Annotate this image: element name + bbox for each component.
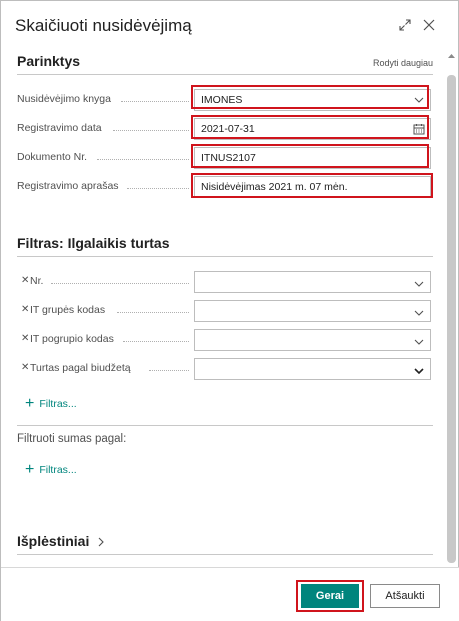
dialog-footer: Gerai Atšaukti <box>1 567 459 621</box>
label-leader <box>97 159 189 160</box>
filter-group-code-select[interactable] <box>194 300 431 322</box>
options-section-title: Parinktys <box>17 53 81 69</box>
label-leader <box>113 130 189 131</box>
chevron-down-icon <box>414 310 424 316</box>
field-depreciation-book: Nusidėvėjimo knyga IMONES <box>17 89 433 111</box>
close-x-icon[interactable]: ✕ <box>21 304 29 315</box>
depreciation-book-select[interactable]: IMONES <box>194 89 431 111</box>
calendar-icon[interactable] <box>413 123 425 135</box>
add-filter-label: Filtras... <box>39 398 77 410</box>
filter-row-budgeted-asset: ✕ Turtas pagal biudžetą <box>17 358 433 380</box>
filter-row-group-code: ✕ IT grupės kodas <box>17 300 433 322</box>
filter-totals-title: Filtruoti sumas pagal: <box>17 433 127 445</box>
field-label: Registravimo aprašas <box>17 180 119 192</box>
filter-row-subgroup-code: ✕ IT pogrupio kodas <box>17 329 433 351</box>
add-filter-button[interactable]: + Filtras... <box>25 395 77 413</box>
filter-label: Nr. <box>30 275 44 287</box>
label-leader <box>117 312 189 313</box>
ok-button[interactable]: Gerai <box>301 584 359 608</box>
options-section-header: Parinktys Rodyti daugiau <box>17 53 433 75</box>
filter-row-no: ✕ Nr. <box>17 271 433 293</box>
chevron-down-icon <box>414 281 424 287</box>
label-leader <box>127 188 189 189</box>
extensions-section-header[interactable]: Išplėstiniai <box>17 533 433 555</box>
filter-no-select[interactable] <box>194 271 431 293</box>
dialog-content: Parinktys Rodyti daugiau Nusidėvėjimo kn… <box>3 47 445 567</box>
field-value: 2021-07-31 <box>201 123 255 135</box>
add-filter-label: Filtras... <box>39 464 77 476</box>
section-divider <box>17 425 433 426</box>
field-value: IMONES <box>201 94 243 106</box>
label-leader <box>123 341 189 342</box>
plus-icon: + <box>25 395 35 412</box>
field-value: ITNUS2107 <box>201 152 256 164</box>
filter-section-header: Filtras: Ilgalaikis turtas <box>17 235 433 257</box>
label-leader <box>121 101 189 102</box>
cancel-button[interactable]: Atšaukti <box>370 584 440 608</box>
scroll-up-icon[interactable] <box>447 51 456 61</box>
field-document-no: Dokumento Nr. ITNUS2107 <box>17 147 433 169</box>
chevron-down-icon <box>414 97 424 103</box>
field-label: Nusidėvėjimo knyga <box>17 93 111 105</box>
show-more-link[interactable]: Rodyti daugiau <box>373 58 433 68</box>
filter-label: IT pogrupio kodas <box>30 333 114 345</box>
close-x-icon[interactable]: ✕ <box>21 275 29 286</box>
field-posting-description: Registravimo aprašas Nisidėvėjimas 2021 … <box>17 176 433 198</box>
dialog: Skaičiuoti nusidėvėjimą Parinktys Rodyti… <box>0 0 459 621</box>
label-leader <box>51 283 189 284</box>
field-value: Nisidėvėjimas 2021 m. 07 mėn. <box>201 181 348 193</box>
posting-date-input[interactable]: 2021-07-31 <box>194 118 431 140</box>
field-label: Registravimo data <box>17 122 102 134</box>
field-label: Dokumento Nr. <box>17 151 88 163</box>
chevron-right-icon <box>98 537 104 547</box>
label-leader <box>149 370 189 371</box>
plus-icon: + <box>25 461 35 478</box>
filter-section-title: Filtras: Ilgalaikis turtas <box>17 235 170 251</box>
posting-description-input[interactable]: Nisidėvėjimas 2021 m. 07 mėn. <box>194 176 431 198</box>
filter-budgeted-asset-select[interactable] <box>194 358 431 380</box>
close-x-icon[interactable]: ✕ <box>21 362 29 373</box>
extensions-section-title: Išplėstiniai <box>17 533 90 549</box>
chevron-down-icon <box>414 339 424 345</box>
close-icon[interactable] <box>419 15 439 35</box>
scrollbar[interactable] <box>445 47 458 567</box>
field-posting-date: Registravimo data 2021-07-31 <box>17 118 433 140</box>
close-x-icon[interactable]: ✕ <box>21 333 29 344</box>
add-totals-filter-button[interactable]: + Filtras... <box>25 461 77 479</box>
dialog-title: Skaičiuoti nusidėvėjimą <box>15 16 192 35</box>
filter-subgroup-code-select[interactable] <box>194 329 431 351</box>
filter-label: IT grupės kodas <box>30 304 106 316</box>
expand-icon[interactable] <box>395 15 415 35</box>
document-no-input[interactable]: ITNUS2107 <box>194 147 431 169</box>
filter-label: Turtas pagal biudžetą <box>30 362 131 374</box>
scroll-thumb[interactable] <box>447 75 456 563</box>
chevron-down-icon <box>414 368 424 375</box>
